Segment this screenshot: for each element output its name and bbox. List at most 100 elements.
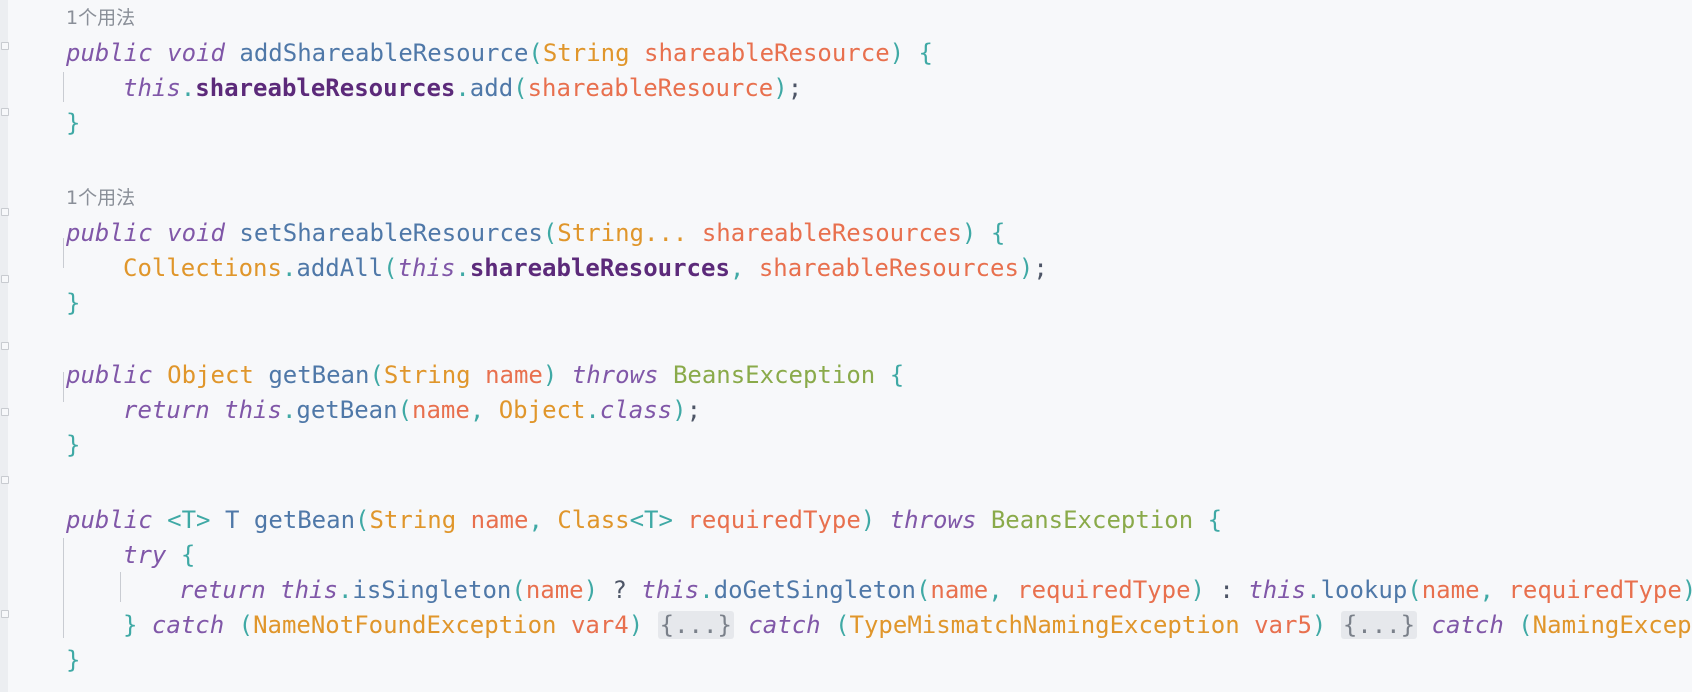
code-line[interactable]: try { xyxy=(123,540,195,570)
code-line[interactable]: } xyxy=(66,108,80,138)
variable: var4 xyxy=(570,611,629,639)
keyword: return xyxy=(179,576,266,604)
semicolon: ; xyxy=(787,74,803,102)
code-line[interactable]: return this.getBean(name, Object.class); xyxy=(123,395,701,425)
indent-guide xyxy=(120,572,121,602)
keyword: this xyxy=(1248,576,1307,604)
fold-marker-icon[interactable] xyxy=(1,476,9,484)
fold-marker-icon[interactable] xyxy=(1,208,9,216)
method-call: addAll xyxy=(296,254,384,282)
paren: ( xyxy=(528,39,543,67)
fold-marker-icon[interactable] xyxy=(1,108,9,116)
paren: ( xyxy=(1407,576,1422,604)
keyword: this xyxy=(123,74,181,102)
keyword: return xyxy=(123,396,210,424)
fold-marker-icon[interactable] xyxy=(1,275,9,283)
method-name: addShareableResource xyxy=(239,39,529,67)
exception-type: NamingException xyxy=(1532,611,1692,639)
parameter: requiredType xyxy=(1017,576,1191,604)
parameter: name xyxy=(485,361,543,389)
keyword: public xyxy=(66,361,153,389)
brace: } xyxy=(123,611,138,639)
keyword: try xyxy=(123,541,167,569)
parameter: shareableResources xyxy=(701,219,962,247)
paren: ) xyxy=(860,506,876,534)
exception-type: BeansException xyxy=(990,506,1194,534)
code-editor[interactable]: 1个用法 public void addShareableResource(St… xyxy=(0,0,1692,692)
keyword: throws xyxy=(889,506,977,534)
operator: : xyxy=(1219,576,1234,604)
fold-marker-icon[interactable] xyxy=(1,342,9,350)
parameter: name xyxy=(1421,576,1480,604)
folded-block[interactable]: {...} xyxy=(1340,611,1418,639)
folded-block[interactable]: {...} xyxy=(657,611,734,639)
code-line[interactable]: public Object getBean(String name) throw… xyxy=(66,360,904,390)
code-line[interactable]: public <T> T getBean(String name, Class<… xyxy=(66,505,1222,535)
comma: , xyxy=(729,254,745,282)
parameter: requiredType xyxy=(687,506,861,534)
comma: , xyxy=(988,576,1003,604)
keyword: class xyxy=(599,396,673,424)
code-line[interactable]: public void addShareableResource(String … xyxy=(66,38,933,68)
keyword: catch xyxy=(151,611,225,639)
paren: ( xyxy=(542,219,558,247)
paren: ( xyxy=(511,576,526,604)
generic: <T> xyxy=(167,506,211,534)
paren: ) xyxy=(1682,576,1692,604)
paren: ( xyxy=(355,506,370,534)
code-line[interactable]: } xyxy=(66,645,80,675)
usage-hint[interactable]: 1个用法 xyxy=(66,6,135,30)
dot: . xyxy=(337,576,353,604)
paren: ) xyxy=(889,39,905,67)
semicolon: ; xyxy=(686,396,702,424)
method-call: add xyxy=(469,74,514,102)
generic: <T> xyxy=(629,506,673,534)
code-line[interactable]: } xyxy=(66,430,80,460)
brace: { xyxy=(1207,506,1223,534)
fold-marker-icon[interactable] xyxy=(1,408,9,416)
paren: ( xyxy=(238,611,254,639)
operator: ? xyxy=(612,576,627,604)
method-call: doGetSingleton xyxy=(713,576,916,604)
paren: ( xyxy=(1518,611,1533,639)
paren: ) xyxy=(1311,611,1327,639)
parameter: name xyxy=(930,576,989,604)
usage-hint[interactable]: 1个用法 xyxy=(66,186,135,210)
field: shareableResources xyxy=(469,254,730,282)
code-line[interactable]: this.shareableResources.add(shareableRes… xyxy=(123,73,802,103)
parameter: shareableResources xyxy=(758,254,1019,282)
parameter: name xyxy=(525,576,584,604)
paren: ) xyxy=(583,576,599,604)
code-line[interactable]: Collections.addAll(this.shareableResourc… xyxy=(123,253,1048,283)
field: shareableResources xyxy=(195,74,456,102)
parameter: requiredType xyxy=(1508,576,1682,604)
method-name: getBean xyxy=(253,506,356,534)
class-name: Collections xyxy=(123,254,282,282)
paren: ) xyxy=(961,219,977,247)
fold-marker-icon[interactable] xyxy=(1,42,9,50)
paren: ) xyxy=(628,611,644,639)
paren: ( xyxy=(397,396,413,424)
brace: { xyxy=(889,361,905,389)
method-name: setShareableResources xyxy=(239,219,543,247)
keyword: this xyxy=(641,576,700,604)
indent-guide xyxy=(63,372,64,402)
type-name: Object xyxy=(167,361,254,389)
paren: ( xyxy=(369,361,384,389)
code-line[interactable]: } xyxy=(66,288,80,318)
brace: } xyxy=(66,646,81,674)
parameter: name xyxy=(470,506,529,534)
fold-marker-icon[interactable] xyxy=(1,610,9,618)
exception-type: BeansException xyxy=(672,361,876,389)
dot: . xyxy=(585,396,600,424)
code-line[interactable]: return this.isSingleton(name) ? this.doG… xyxy=(179,575,1692,605)
dot: . xyxy=(180,74,196,102)
code-line[interactable]: public void setShareableResources(String… xyxy=(66,218,1005,248)
variable: var5 xyxy=(1254,611,1312,639)
brace: } xyxy=(66,109,81,137)
code-line[interactable]: } catch (NameNotFoundException var4) {..… xyxy=(123,610,1692,640)
keyword: void xyxy=(167,39,225,67)
keyword: this xyxy=(224,396,282,424)
keyword: this xyxy=(280,576,338,604)
method-call: getBean xyxy=(296,396,398,424)
